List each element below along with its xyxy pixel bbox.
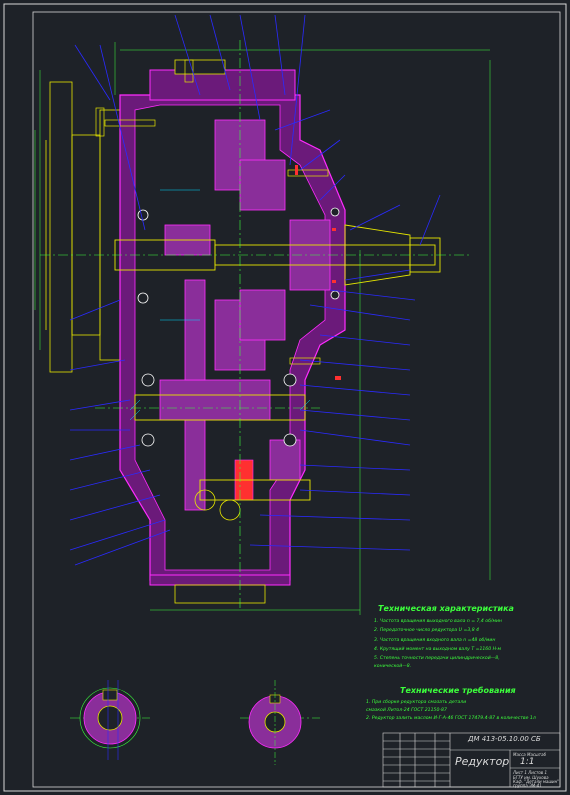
scale-value: 1:1	[520, 757, 535, 767]
left-flange	[45, 81, 121, 373]
tech-char-line-2: 2. Передаточное число редуктора U =3,8 4	[374, 628, 480, 633]
section-view-b	[248, 680, 302, 765]
group: группа ЭМ-41	[513, 783, 542, 788]
assembly-drawing	[3, 3, 567, 792]
document-code: ДМ 413-05.10.00 СБ	[468, 735, 541, 743]
tech-req-line-3: 2. Редуктор залить маслом И-Г-А-46 ГОСТ …	[366, 716, 536, 721]
tech-char-line-3: 3. Частота вращения входного вала n =48 …	[374, 638, 496, 643]
drawing-name: Редуктор	[455, 755, 510, 768]
tech-char-line-6: конической—8.	[374, 664, 412, 669]
tech-char-line-1: 1. Частота вращения выходного вала n = 7…	[374, 619, 502, 624]
tech-req-line-1: 1. При сборке редуктора смазать детали	[366, 700, 467, 705]
tech-characteristics-heading: Техническая характеристика	[378, 604, 514, 613]
section-view-a	[79, 680, 141, 760]
tech-char-line-5: 5. Степень точности передачи цилиндричес…	[374, 656, 500, 661]
tech-req-line-2: смазкой Литол-24 ГОСТ 21150-87	[366, 708, 447, 713]
tech-char-line-4: 4. Крутящий момент на выходном валу T =1…	[374, 647, 501, 652]
drawing-canvas: { "colors": { "background": "#1e2228", "…	[0, 0, 570, 795]
tech-requirements-heading: Технические требования	[400, 686, 516, 695]
